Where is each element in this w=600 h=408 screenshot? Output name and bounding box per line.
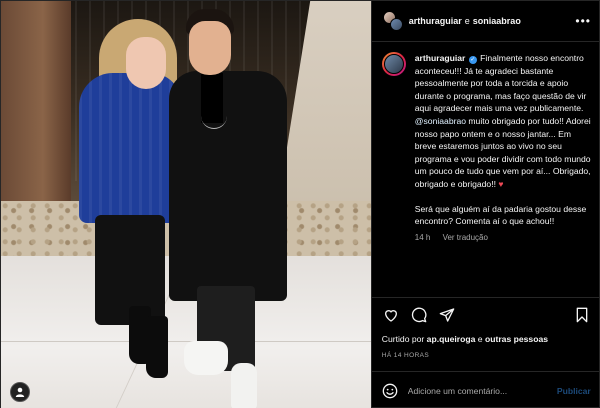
- post-side-panel: arthuraguiar e soniaabrao ••• arthuragui…: [370, 1, 600, 408]
- caption-mention[interactable]: @soniaabrao: [415, 116, 466, 126]
- caption-paragraph-2: Será que alguém aí da padaria gostou des…: [414, 203, 587, 227]
- header-username-1[interactable]: arthuraguiar: [409, 16, 462, 26]
- like-button[interactable]: [382, 306, 400, 324]
- man-face: [189, 21, 231, 75]
- likes-prefix: Curtido por: [381, 334, 427, 344]
- woman-face: [126, 37, 166, 89]
- header-username-2[interactable]: soniaabrao: [473, 16, 521, 26]
- share-button[interactable]: [438, 306, 456, 324]
- woman-boot-right: [146, 316, 168, 378]
- comment-button[interactable]: [410, 306, 428, 324]
- caption-area: arthuraguiar ✓ Finalmente nosso encontro…: [371, 42, 600, 298]
- save-button[interactable]: [573, 306, 591, 324]
- instagram-post: arthuraguiar e soniaabrao ••• arthuragui…: [0, 0, 600, 408]
- comment-icon: [411, 307, 427, 323]
- man-sneaker-left: [184, 341, 228, 375]
- emoji-icon[interactable]: [382, 383, 398, 399]
- author-avatar[interactable]: [381, 52, 406, 76]
- comment-input[interactable]: [407, 385, 557, 396]
- header-connector: e: [464, 16, 470, 26]
- woman-blue-sweater: [79, 73, 181, 223]
- verified-badge-icon: ✓: [468, 56, 477, 64]
- post-photo[interactable]: [1, 1, 371, 408]
- share-icon: [439, 308, 455, 322]
- action-bar: [372, 304, 600, 326]
- tagged-users-button[interactable]: [10, 382, 30, 402]
- likes-summary: Curtido por ap.queiroga e outras pessoas: [382, 334, 548, 344]
- bookmark-icon: [576, 307, 588, 323]
- caption-author[interactable]: arthuraguiar: [415, 53, 466, 63]
- likes-others[interactable]: outras pessoas: [485, 334, 548, 344]
- likes-connector: e: [475, 334, 485, 344]
- man-black-coat: [169, 71, 287, 301]
- caption-text: arthuraguiar ✓ Finalmente nosso encontro…: [415, 52, 591, 244]
- photo-floor-seam: [1, 341, 371, 342]
- post-timestamp[interactable]: HÁ 14 HORAS: [382, 352, 429, 359]
- user-icon: [15, 387, 25, 397]
- translate-link[interactable]: Ver tradução: [443, 233, 488, 242]
- man-necklace: [201, 79, 227, 129]
- caption-meta: 14 h Ver tradução: [415, 232, 591, 245]
- avatar: [389, 18, 403, 31]
- likes-user[interactable]: ap.queiroga: [427, 334, 476, 344]
- more-horizontal-icon[interactable]: •••: [575, 14, 591, 28]
- caption-age: 14 h: [414, 232, 431, 242]
- publish-button[interactable]: Publicar: [557, 386, 591, 396]
- collab-avatars[interactable]: [382, 11, 403, 31]
- red-heart-emoji: ♥: [498, 178, 504, 189]
- man-sneaker-right: [231, 363, 257, 408]
- comment-bar: Publicar: [371, 371, 600, 408]
- heart-icon: [384, 310, 397, 322]
- post-header: arthuraguiar e soniaabrao •••: [371, 1, 599, 42]
